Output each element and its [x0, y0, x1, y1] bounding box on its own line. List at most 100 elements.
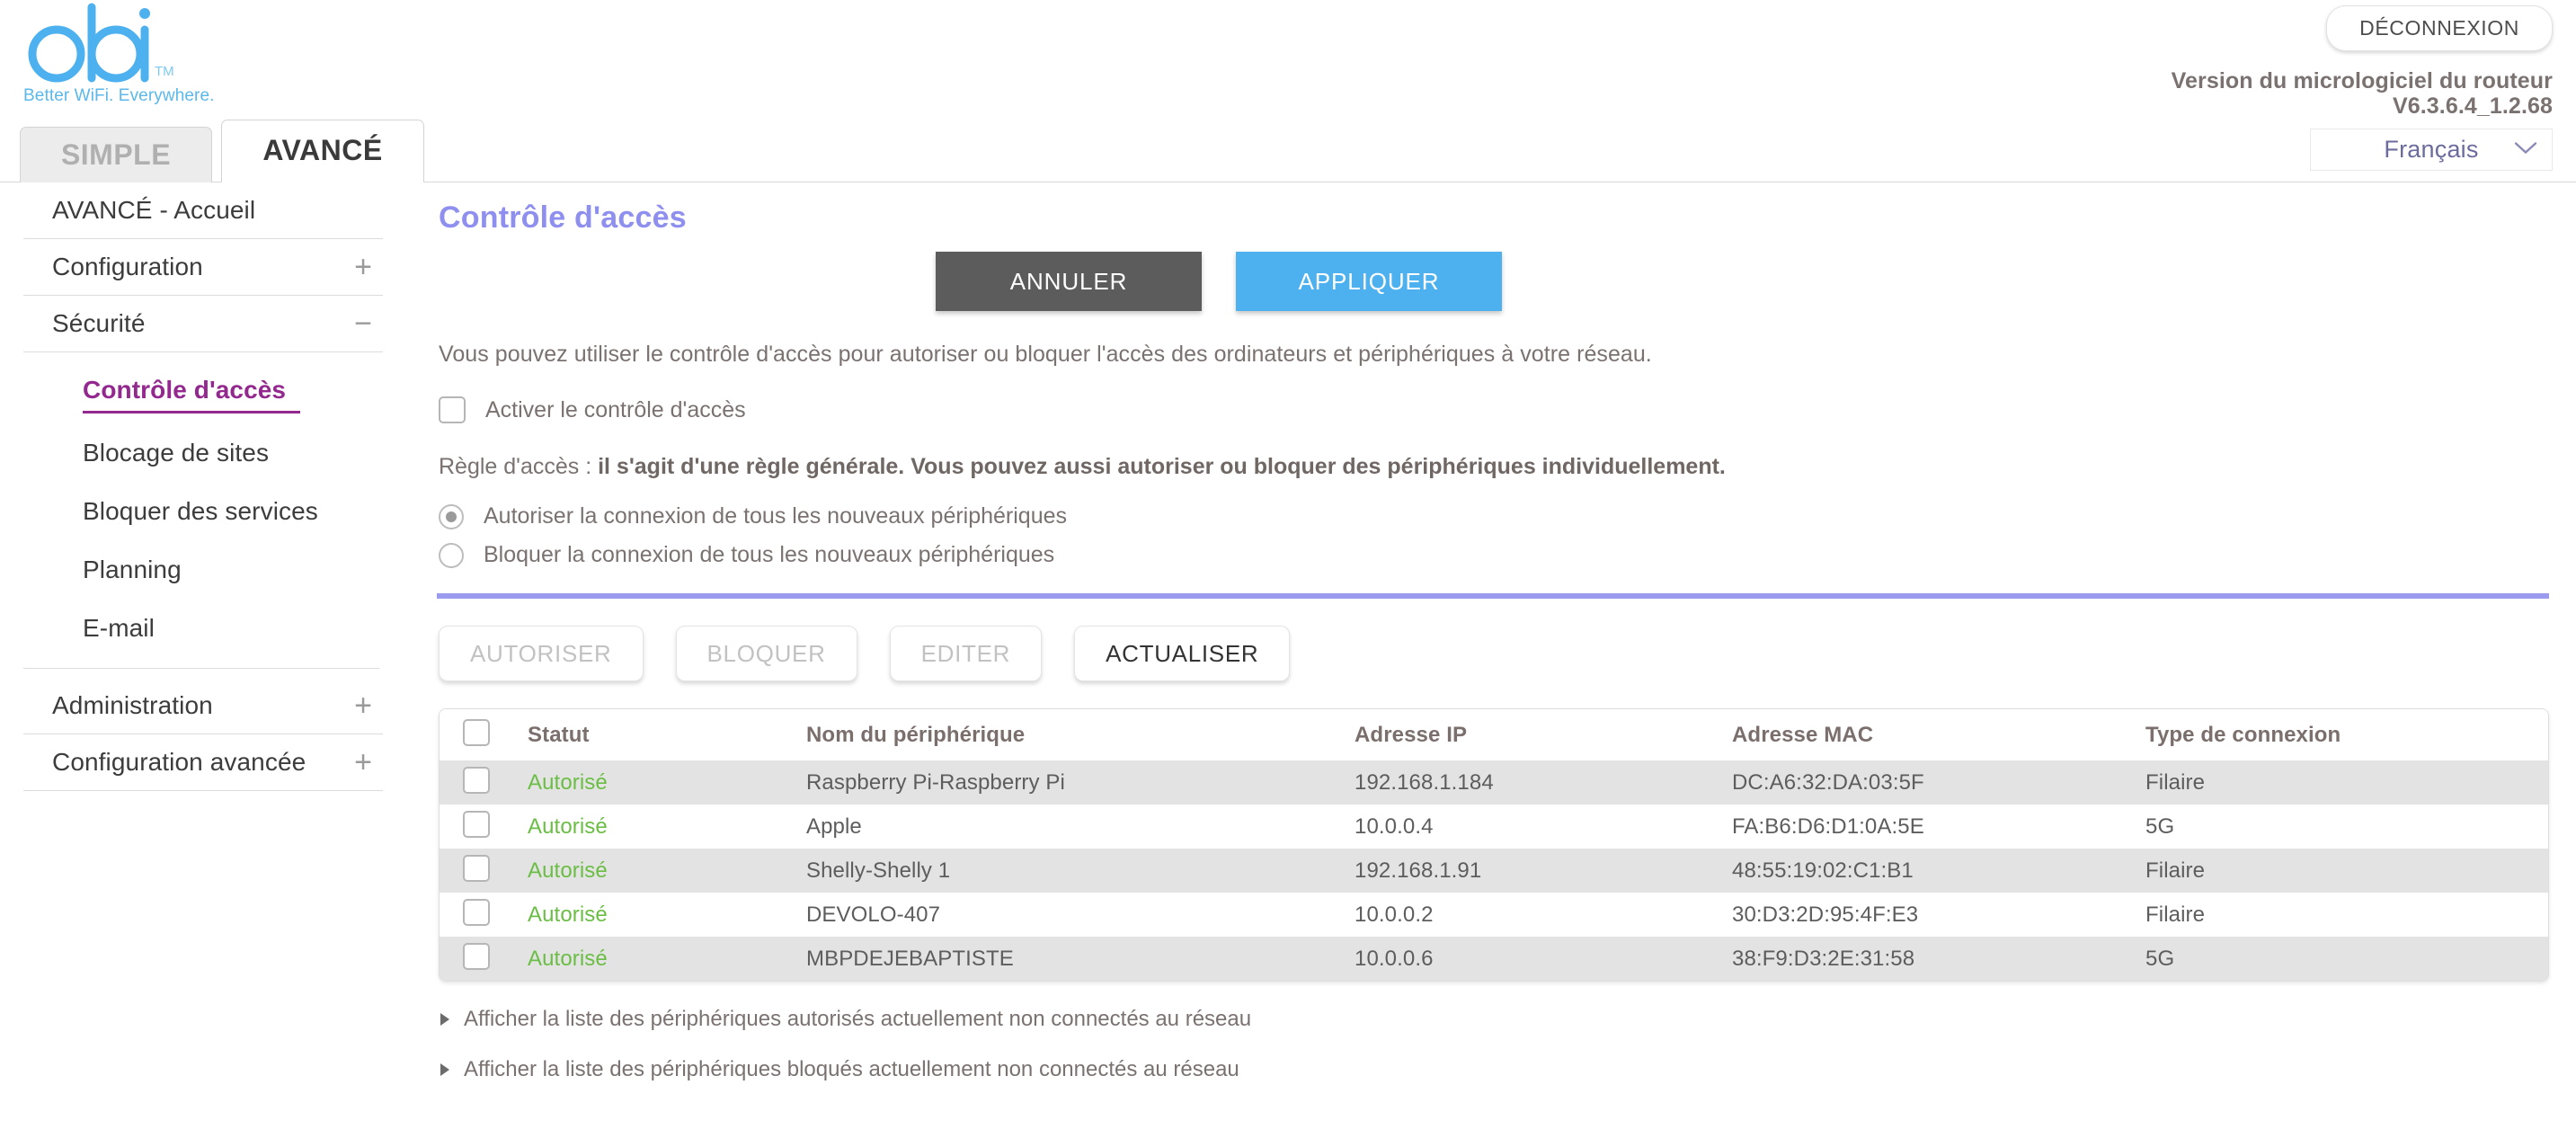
column-header-statut: Statut	[528, 722, 590, 747]
device-table: Statut Nom du périphérique Adresse IP Ad…	[439, 708, 2549, 982]
sidebar-item-email[interactable]: E-mail	[23, 599, 383, 657]
sidebar-item-bloquer-des-services[interactable]: Bloquer des services	[23, 482, 383, 540]
mode-tabs: SIMPLE AVANCÉ	[20, 120, 424, 182]
table-row[interactable]: Autorisé Raspberry Pi-Raspberry Pi 192.1…	[440, 760, 2548, 805]
cell-mac: DC:A6:32:DA:03:5F	[1732, 769, 1924, 795]
section-divider	[437, 593, 2549, 599]
access-rule-emphasis: il s'agit d'une règle générale. Vous pou…	[598, 454, 1726, 479]
sidebar-item-label: E-mail	[83, 613, 155, 642]
radio-block-new-devices[interactable]: Bloquer la connexion de tous les nouveau…	[439, 542, 2549, 568]
row-checkbox-cell	[440, 855, 528, 886]
cell-type: 5G	[2145, 946, 2175, 971]
orbi-wordmark-icon: TM	[28, 3, 174, 83]
svg-text:TM: TM	[155, 64, 174, 79]
sidebar-group-label: Configuration avancée	[52, 748, 306, 776]
sidebar-item-blocage-de-sites[interactable]: Blocage de sites	[23, 423, 383, 482]
triangle-right-icon	[439, 1062, 451, 1078]
sidebar-item-home[interactable]: AVANCÉ - Accueil	[23, 182, 383, 239]
cancel-button[interactable]: ANNULER	[936, 252, 1202, 311]
sidebar-group-configuration[interactable]: Configuration +	[23, 239, 383, 296]
plus-icon: +	[354, 689, 372, 723]
expander-blocked-devices[interactable]: Afficher la liste des périphériques bloq…	[439, 1057, 2549, 1082]
enable-access-control-label: Activer le contrôle d'accès	[485, 396, 746, 422]
sidebar-group-administration[interactable]: Administration +	[23, 678, 383, 734]
column-header-type: Type de connexion	[2145, 722, 2341, 747]
radio-block-indicator[interactable]	[439, 542, 464, 568]
radio-block-label: Bloquer la connexion de tous les nouveau…	[484, 542, 1055, 567]
page-header: TM Better WiFi. Everywhere. DÉCONNEXION …	[0, 0, 2576, 182]
enable-access-control-row[interactable]: Activer le contrôle d'accès	[439, 396, 2549, 423]
firmware-version: V6.3.6.4_1.2.68	[2392, 93, 2553, 119]
orbi-logo: TM Better WiFi. Everywhere.	[20, 2, 215, 106]
cell-statut: Autorisé	[528, 858, 608, 883]
row-checkbox-cell	[440, 943, 528, 974]
refresh-button[interactable]: ACTUALISER	[1074, 626, 1291, 681]
row-checkbox[interactable]	[463, 855, 490, 882]
sidebar-group-securite[interactable]: Sécurité −	[23, 296, 383, 352]
sidebar-item-label: Blocage de sites	[83, 438, 270, 467]
logo-tagline: Better WiFi. Everywhere.	[23, 86, 215, 105]
block-button[interactable]: BLOQUER	[675, 626, 857, 681]
plus-icon: +	[354, 250, 372, 284]
minus-icon: −	[354, 307, 372, 341]
expander-label: Afficher la liste des périphériques bloq…	[464, 1057, 1239, 1081]
enable-access-control-checkbox[interactable]	[439, 396, 466, 423]
sidebar-group-label: Sécurité	[52, 309, 146, 337]
access-rule-prefix: Règle d'accès :	[439, 454, 599, 479]
table-row[interactable]: Autorisé DEVOLO-407 10.0.0.2 30:D3:2D:95…	[440, 893, 2548, 937]
device-table-toolbar: AUTORISER BLOQUER EDITER ACTUALISER	[439, 626, 2549, 681]
allow-button[interactable]: AUTORISER	[439, 626, 644, 681]
row-checkbox[interactable]	[463, 943, 490, 970]
sidebar-divider	[23, 668, 379, 669]
edit-button[interactable]: EDITER	[889, 626, 1043, 681]
sidebar-group-label: Administration	[52, 691, 213, 719]
row-checkbox[interactable]	[463, 899, 490, 926]
cell-nom: MBPDEJEBAPTISTE	[806, 946, 1014, 971]
sidebar-item-label: Planning	[83, 555, 182, 583]
sidebar-security-submenu: Contrôle d'accès Blocage de sites Bloque…	[23, 352, 383, 678]
cell-mac: 38:F9:D3:2E:31:58	[1732, 946, 1915, 971]
radio-allow-label: Autoriser la connexion de tous les nouve…	[484, 503, 1068, 529]
firmware-label: Version du micrologiciel du routeur	[2171, 68, 2553, 93]
column-header-ip: Adresse IP	[1355, 722, 1468, 747]
expander-allowed-devices[interactable]: Afficher la liste des périphériques auto…	[439, 1007, 2549, 1032]
table-header-checkbox-cell	[440, 719, 528, 751]
sidebar-nav: AVANCÉ - Accueil Configuration + Sécurit…	[0, 182, 406, 1147]
column-header-mac: Adresse MAC	[1732, 722, 1874, 747]
sidebar-item-label: Bloquer des services	[83, 496, 318, 525]
row-checkbox-cell	[440, 899, 528, 930]
cell-nom: Raspberry Pi-Raspberry Pi	[806, 769, 1065, 795]
cell-statut: Autorisé	[528, 814, 608, 839]
apply-button[interactable]: APPLIQUER	[1236, 252, 1502, 311]
tab-simple[interactable]: SIMPLE	[20, 127, 212, 182]
cell-type: Filaire	[2145, 769, 2206, 795]
tab-avance[interactable]: AVANCÉ	[221, 120, 424, 182]
sidebar-item-controle-dacces[interactable]: Contrôle d'accès	[23, 365, 383, 423]
radio-allow-new-devices[interactable]: Autoriser la connexion de tous les nouve…	[439, 503, 2549, 529]
language-selected-value: Français	[2384, 136, 2479, 163]
cell-ip: 192.168.1.91	[1355, 858, 1482, 883]
cell-statut: Autorisé	[528, 769, 608, 795]
cell-ip: 192.168.1.184	[1355, 769, 1494, 795]
table-row[interactable]: Autorisé Apple 10.0.0.4 FA:B6:D6:D1:0A:5…	[440, 805, 2548, 849]
expander-label: Afficher la liste des périphériques auto…	[464, 1007, 1252, 1031]
access-rule-description: Règle d'accès : il s'agit d'une règle gé…	[439, 454, 2549, 480]
row-checkbox[interactable]	[463, 811, 490, 838]
plus-icon: +	[354, 745, 372, 779]
table-header-row: Statut Nom du périphérique Adresse IP Ad…	[440, 709, 2548, 760]
radio-allow-indicator[interactable]	[439, 503, 464, 529]
cell-type: 5G	[2145, 814, 2175, 839]
sidebar-group-configuration-avancee[interactable]: Configuration avancée +	[23, 734, 383, 791]
table-row[interactable]: Autorisé Shelly-Shelly 1 192.168.1.91 48…	[440, 849, 2548, 893]
access-rule-radio-group: Autoriser la connexion de tous les nouve…	[439, 503, 2549, 568]
table-row[interactable]: Autorisé MBPDEJEBAPTISTE 10.0.0.6 38:F9:…	[440, 937, 2548, 981]
firmware-info: Version du micrologiciel du routeur V6.3…	[1744, 68, 2553, 119]
language-select[interactable]: Français	[2310, 129, 2553, 171]
cell-statut: Autorisé	[528, 946, 608, 971]
row-checkbox-cell	[440, 767, 528, 798]
row-checkbox[interactable]	[463, 767, 490, 794]
select-all-checkbox[interactable]	[463, 719, 490, 746]
cell-nom: Apple	[806, 814, 862, 839]
logout-button[interactable]: DÉCONNEXION	[2326, 5, 2553, 51]
sidebar-item-planning[interactable]: Planning	[23, 540, 383, 599]
